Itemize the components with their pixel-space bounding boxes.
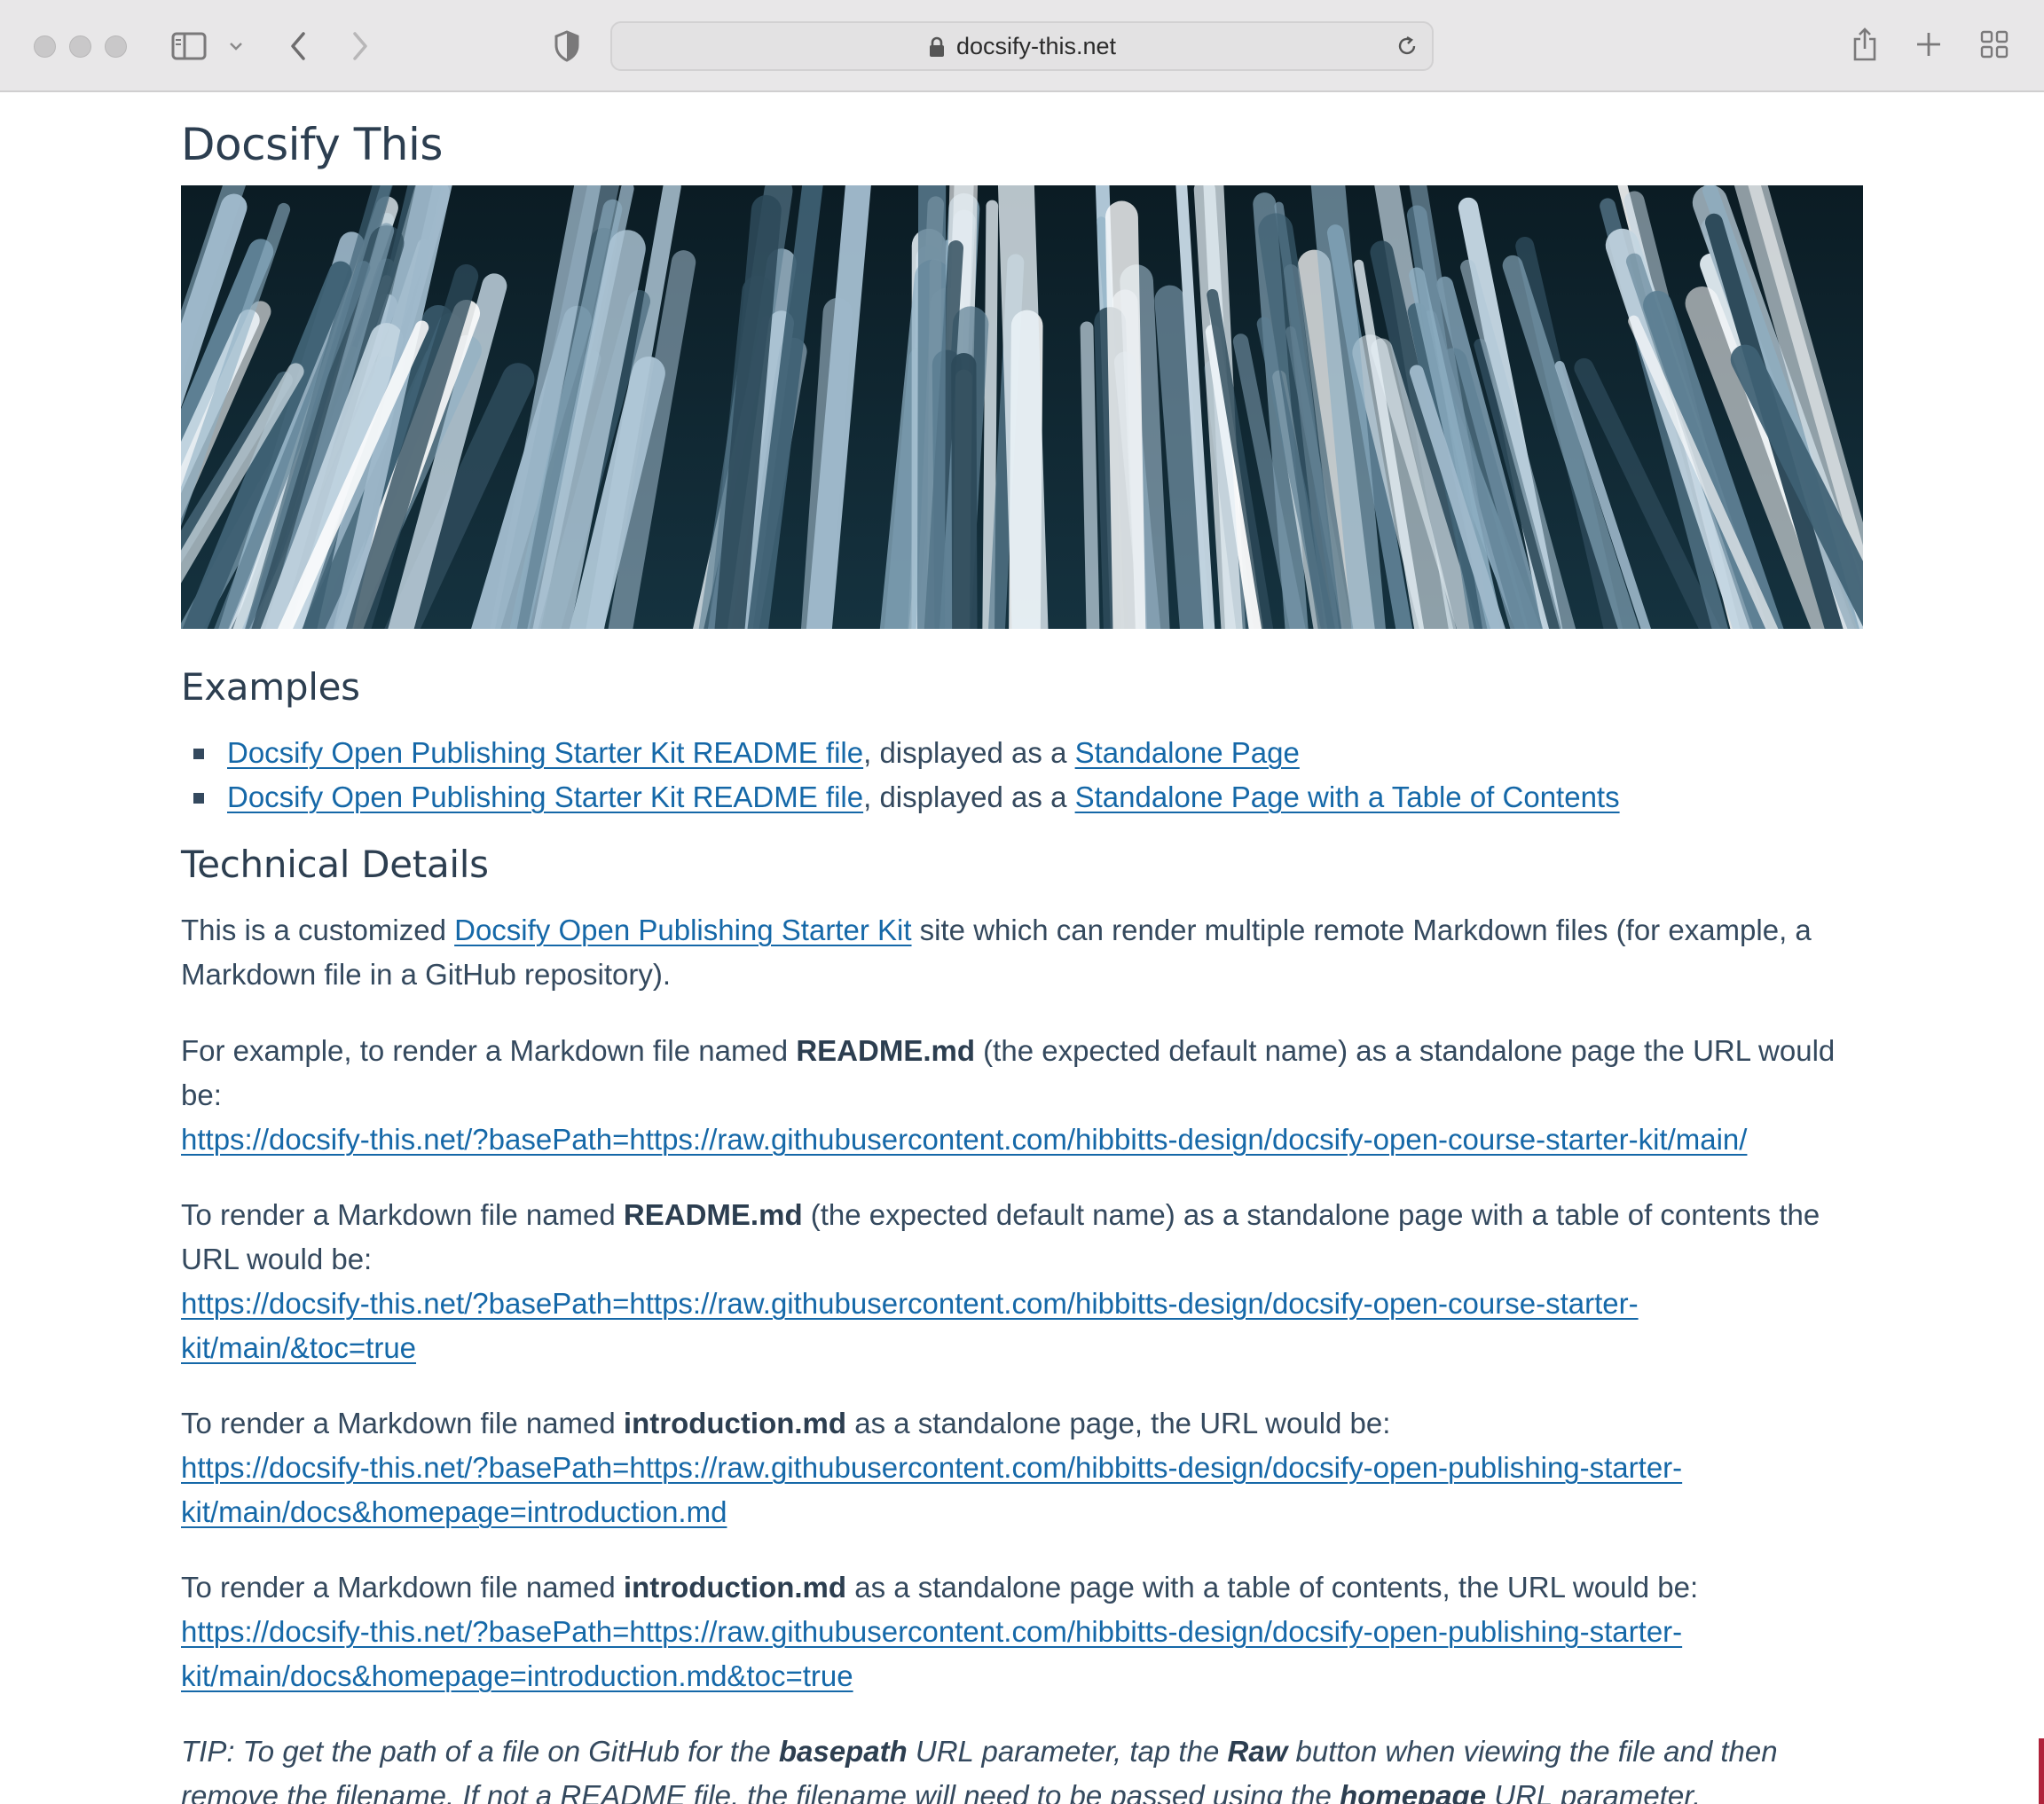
new-tab-icon[interactable] [1913, 28, 1945, 60]
light-rod [1080, 321, 1100, 629]
forward-icon[interactable] [344, 28, 376, 64]
light-rod [982, 200, 999, 629]
light-rod [951, 352, 978, 629]
tab-overview-icon[interactable] [1978, 28, 2010, 60]
starter-kit-readme-link[interactable]: Docsify Open Publishing Starter Kit READ… [227, 736, 863, 769]
introduction-paragraph: To render a Markdown file named introduc… [181, 1407, 1683, 1528]
light-rods-image [181, 185, 1863, 629]
filename-bold: introduction.md [623, 1407, 847, 1439]
bullet-icon [193, 793, 204, 804]
banner-image [181, 185, 1863, 629]
lock-icon [928, 36, 946, 58]
back-icon[interactable] [282, 28, 314, 64]
chevron-down-icon[interactable] [225, 35, 247, 57]
starter-kit-link[interactable]: Docsify Open Publishing Starter Kit [454, 914, 911, 946]
reload-icon[interactable] [1395, 34, 1419, 59]
introduction-toc-url-link[interactable]: https://docsify-this.net/?basePath=https… [181, 1615, 1682, 1692]
list-item: Docsify Open Publishing Starter Kit READ… [181, 775, 1620, 820]
list-item-text: , displayed as a [863, 780, 1075, 813]
sidebar-icon[interactable] [170, 30, 208, 62]
tip-paragraph: TIP: To get the path of a file on GitHub… [181, 1735, 1778, 1804]
browser-toolbar: docsify-this.net [0, 0, 2044, 92]
page-title: Docsify This [181, 119, 443, 170]
filename-bold: README.md [796, 1034, 976, 1067]
zoom-window-button[interactable] [105, 35, 127, 58]
examples-list: Docsify Open Publishing Starter Kit READ… [181, 731, 1620, 820]
readme-example-paragraph: For example, to render a Markdown file n… [181, 1034, 1836, 1156]
readme-standalone-url-link[interactable]: https://docsify-this.net/?basePath=https… [181, 1123, 1747, 1156]
minimize-window-button[interactable] [69, 35, 91, 58]
standalone-page-link[interactable]: Standalone Page [1075, 736, 1300, 769]
light-rod [997, 185, 1049, 629]
list-item-text: , displayed as a [863, 736, 1075, 769]
light-rod [1105, 200, 1146, 629]
intro-paragraph: This is a customized Docsify Open Publis… [181, 914, 1812, 991]
readme-toc-url-link[interactable]: https://docsify-this.net/?basePath=https… [181, 1287, 1639, 1364]
share-icon[interactable] [1849, 25, 1881, 64]
address-bar[interactable]: docsify-this.net [610, 21, 1434, 71]
readme-toc-paragraph: To render a Markdown file named README.m… [181, 1198, 1820, 1364]
shield-icon[interactable] [552, 28, 582, 64]
url-text: docsify-this.net [955, 32, 1117, 59]
starter-kit-readme-link[interactable]: Docsify Open Publishing Starter Kit READ… [227, 780, 863, 813]
close-window-button[interactable] [34, 35, 56, 58]
light-rod [916, 185, 947, 629]
filename-bold: README.md [623, 1198, 803, 1231]
window-edge-accent [2039, 1738, 2044, 1804]
list-item: Docsify Open Publishing Starter Kit READ… [181, 731, 1620, 775]
introduction-toc-paragraph: To render a Markdown file named introduc… [181, 1571, 1699, 1692]
bullet-icon [193, 749, 204, 759]
standalone-page-toc-link[interactable]: Standalone Page with a Table of Contents [1075, 780, 1620, 813]
technical-details-heading: Technical Details [181, 843, 489, 886]
examples-heading: Examples [181, 665, 360, 709]
filename-bold: introduction.md [623, 1571, 847, 1604]
introduction-url-link[interactable]: https://docsify-this.net/?basePath=https… [181, 1451, 1682, 1528]
